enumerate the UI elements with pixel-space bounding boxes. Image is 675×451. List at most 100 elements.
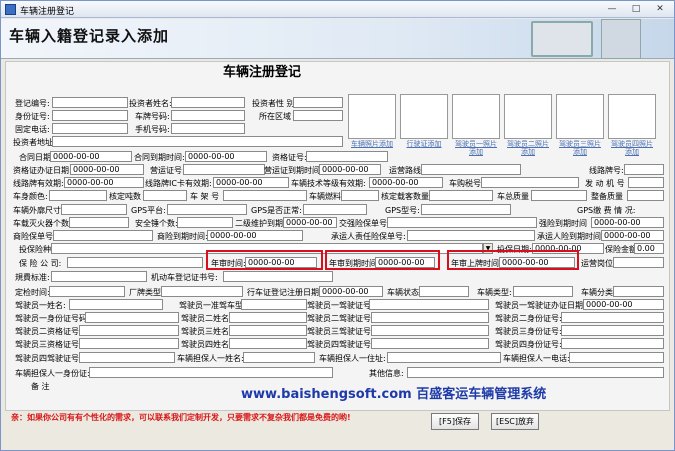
driver2-qual-input[interactable] (79, 325, 179, 336)
guarantor1-phone-input[interactable] (569, 352, 664, 363)
investor-gender-select[interactable] (293, 97, 343, 108)
mobile-input[interactable] (171, 123, 245, 134)
contract-expire-input[interactable]: 0000-00-00 (185, 151, 267, 162)
color-input[interactable] (49, 190, 107, 201)
driver3-id-label: 驾驶员三身份证号: (495, 327, 562, 336)
fixed-time-input[interactable] (49, 286, 125, 297)
vehicle-photo-link[interactable]: 车辆照片添加 (348, 140, 396, 148)
driver1-photo-link[interactable]: 驾驶员一照片添加 (452, 140, 500, 156)
tonnage-input[interactable] (143, 190, 187, 201)
route-valid-input[interactable]: 0000-00-00 (64, 177, 144, 188)
close-button[interactable]: ✕ (649, 3, 671, 16)
qual-cert-input[interactable] (306, 151, 388, 162)
cancel-button[interactable]: [ESC]放弃 (491, 413, 539, 430)
belts-input[interactable] (177, 217, 233, 228)
driver1-id-label: 驾驶员一身份证号码: (15, 314, 90, 323)
driver4-photo-box[interactable] (608, 94, 656, 139)
gps-model-input[interactable] (421, 204, 511, 215)
driver2-license-input[interactable] (371, 312, 489, 323)
driver2-photo-box[interactable] (504, 94, 552, 139)
driver4-qual-input[interactable] (79, 352, 175, 363)
driver3-qual-input[interactable] (79, 338, 179, 349)
driver1-license-date-input[interactable]: 0000-00-00 (583, 299, 664, 310)
fuel-select[interactable] (341, 190, 379, 201)
vehicle-type-label: 车辆类型: (477, 288, 512, 297)
maximize-button[interactable]: □ (625, 3, 647, 16)
carrier-policy-input[interactable] (407, 230, 535, 241)
vehicle-state-select[interactable] (419, 286, 469, 297)
vehicle-photo-box[interactable] (348, 94, 396, 139)
plate-no-input[interactable] (171, 110, 245, 121)
landline-input[interactable] (52, 123, 128, 134)
tax-no-input[interactable] (481, 177, 579, 188)
op-post-input[interactable] (613, 257, 664, 268)
vehicle-type-select[interactable] (513, 286, 573, 297)
driver4-name-input[interactable] (229, 338, 307, 349)
guarantor1-phone-label: 车辆担保人一电话: (503, 354, 570, 363)
guarantor1-addr-input[interactable] (387, 352, 501, 363)
driver1-type-input[interactable] (241, 299, 307, 310)
op-cert-input[interactable] (183, 164, 265, 175)
insurer-input[interactable] (67, 257, 203, 268)
investor-name-input[interactable] (171, 97, 245, 108)
investor-gender-label: 投资者性 别 (252, 99, 295, 108)
mobile-label: 手机号码: (135, 125, 170, 134)
driver4-license-input[interactable] (371, 338, 489, 349)
ins-amount-input[interactable]: 0.00 (634, 243, 664, 254)
gps-normal-select[interactable] (303, 204, 367, 215)
dimensions-input[interactable] (61, 204, 127, 215)
comp-expire-label: 强险到期时间 (539, 219, 587, 228)
route-card-valid-input[interactable]: 0000-00-00 (213, 177, 289, 188)
biz-policy-input[interactable] (53, 230, 153, 241)
frame-no-input[interactable] (223, 190, 307, 201)
op-route-input[interactable] (421, 164, 521, 175)
motor-reg-input[interactable] (223, 271, 333, 282)
tech-grade-valid-input[interactable]: 0000-00-00 (369, 177, 443, 188)
maker-input[interactable] (161, 286, 243, 297)
driver3-photo-link[interactable]: 驾驶员三照片添加 (556, 140, 604, 156)
district-select[interactable] (293, 110, 343, 121)
driver3-photo-box[interactable] (556, 94, 604, 139)
driver2-id-input[interactable] (561, 312, 664, 323)
minimize-button[interactable]: — (601, 3, 623, 16)
vehicle-class-select[interactable] (613, 286, 664, 297)
qual-issue-label: 资格证办证日期: (13, 166, 72, 175)
engine-no-input[interactable] (628, 177, 664, 188)
save-button[interactable]: [F5]保存 (431, 413, 479, 430)
biz-expire-input[interactable]: 0000-00-00 (207, 230, 303, 241)
driver2-name-input[interactable] (229, 312, 307, 323)
license-photo-box[interactable] (400, 94, 448, 139)
driver3-license-input[interactable] (371, 325, 489, 336)
driver3-id-input[interactable] (561, 325, 664, 336)
comp-expire-input[interactable]: 0000-00-00 (591, 217, 664, 228)
extinguishers-input[interactable] (69, 217, 129, 228)
driver3-name-input[interactable] (229, 325, 307, 336)
guarantor1-name-input[interactable] (243, 352, 315, 363)
license-photo-link[interactable]: 行驶证添加 (400, 140, 448, 148)
driver1-id-input[interactable] (85, 312, 179, 323)
reg-no-input[interactable] (52, 97, 128, 108)
driver4-id-input[interactable] (561, 338, 664, 349)
comp-policy-input[interactable] (387, 217, 537, 228)
reg-date-input[interactable]: 0000-00-00 (319, 286, 383, 297)
qual-issue-input[interactable]: 0000-00-00 (70, 164, 144, 175)
contract-date-input[interactable]: 0000-00-00 (50, 151, 132, 162)
guarantor1-id-input[interactable] (89, 367, 333, 378)
driver1-name-input[interactable] (69, 299, 163, 310)
route-plate-input[interactable] (624, 164, 664, 175)
curb-mass-input[interactable] (627, 190, 664, 201)
scale-std-input[interactable] (51, 271, 147, 282)
driver1-photo-box[interactable] (452, 94, 500, 139)
other-info-input[interactable] (407, 367, 664, 378)
driver4-photo-link[interactable]: 驾驶员四照片添加 (608, 140, 656, 156)
id-no-input[interactable] (52, 110, 128, 121)
maint-expire-input[interactable]: 0000-00-00 (283, 217, 337, 228)
driver1-license-input[interactable] (369, 299, 489, 310)
carrier-expire-input[interactable]: 0000-00-00 (601, 230, 664, 241)
op-expire-input[interactable]: 0000-00-00 (319, 164, 381, 175)
seats-input[interactable] (429, 190, 493, 201)
gps-platform-input[interactable] (167, 204, 247, 215)
driver2-photo-link[interactable]: 驾驶员二照片添加 (504, 140, 552, 156)
gross-mass-input[interactable] (531, 190, 587, 201)
investor-addr-input[interactable] (52, 136, 343, 147)
